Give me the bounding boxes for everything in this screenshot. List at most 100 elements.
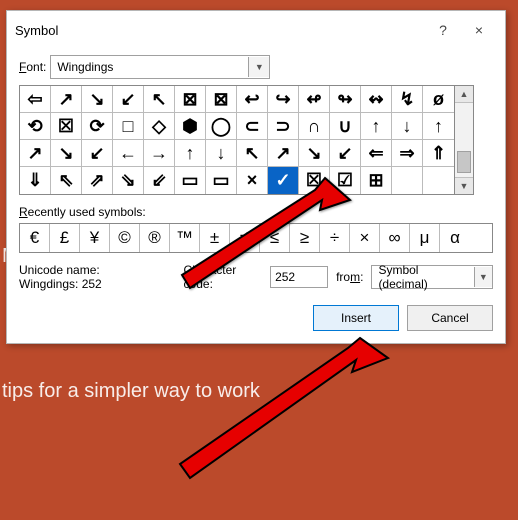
symbol-cell[interactable]: ◇ — [144, 113, 175, 140]
symbol-cell[interactable]: ↭ — [361, 86, 392, 113]
recent-symbols-grid: €£¥©®™±≠≤≥÷×∞μα — [19, 223, 493, 253]
symbol-cell[interactable]: ← — [113, 140, 144, 167]
char-code-label: Character code: — [184, 263, 267, 291]
symbol-cell[interactable]: ☑ — [330, 167, 361, 194]
symbol-cell[interactable]: ↗ — [51, 86, 82, 113]
scroll-down-icon[interactable]: ▼ — [455, 177, 473, 194]
symbol-cell[interactable]: ↘ — [82, 86, 113, 113]
recent-symbol-cell[interactable]: ™ — [170, 224, 200, 252]
symbol-cell[interactable]: ↓ — [206, 140, 237, 167]
unicode-name-label: Unicode name: — [19, 263, 176, 277]
cancel-button[interactable]: Cancel — [407, 305, 493, 331]
font-dropdown-icon[interactable]: ▼ — [248, 57, 269, 77]
recent-symbol-cell[interactable]: ≠ — [230, 224, 260, 252]
help-button[interactable]: ? — [425, 17, 461, 43]
font-select[interactable]: ▼ — [50, 55, 270, 79]
recent-symbol-cell[interactable]: ÷ — [320, 224, 350, 252]
from-select[interactable]: Symbol (decimal) ▼ — [371, 265, 493, 289]
symbol-cell[interactable]: ⇙ — [144, 167, 175, 194]
symbol-cell[interactable]: ⊞ — [361, 167, 392, 194]
symbol-cell[interactable]: ◯ — [206, 113, 237, 140]
symbol-cell[interactable]: ⇖ — [51, 167, 82, 194]
dialog-title: Symbol — [15, 23, 425, 38]
symbol-cell[interactable]: ⟳ — [82, 113, 113, 140]
symbol-cell[interactable]: ▭ — [175, 167, 206, 194]
recent-symbol-cell[interactable]: ® — [140, 224, 170, 252]
recent-symbol-cell[interactable]: ≤ — [260, 224, 290, 252]
from-dropdown-icon[interactable]: ▼ — [474, 267, 492, 287]
char-code-input[interactable] — [270, 266, 328, 288]
recent-symbol-cell[interactable]: α — [440, 224, 470, 252]
symbol-grid: ⇦↗↘↙↖⊠⊠↩↪↫↬↭↯ø⟲☒⟳□◇⬢◯⊂⊃∩∪↑↓↑↗↘↙←→↑↓↖↗↘↙⇐… — [19, 85, 455, 195]
recent-symbol-cell[interactable]: ± — [200, 224, 230, 252]
symbol-cell[interactable]: ✓ — [268, 167, 299, 194]
recent-symbol-cell[interactable]: μ — [410, 224, 440, 252]
font-input[interactable] — [51, 57, 248, 77]
symbol-cell[interactable]: ☒ — [51, 113, 82, 140]
symbol-cell[interactable]: ⊠ — [206, 86, 237, 113]
from-label: from: — [336, 270, 363, 284]
insert-button[interactable]: Insert — [313, 305, 399, 331]
symbol-cell[interactable]: ↩ — [237, 86, 268, 113]
scroll-track[interactable] — [455, 103, 473, 177]
symbol-cell[interactable]: ↑ — [361, 113, 392, 140]
symbol-cell[interactable]: ⊂ — [237, 113, 268, 140]
font-label: Font: — [19, 60, 46, 74]
symbol-cell[interactable]: ⇑ — [423, 140, 454, 167]
symbol-cell[interactable]: → — [144, 140, 175, 167]
symbol-cell[interactable]: ↓ — [392, 113, 423, 140]
titlebar: Symbol ? × — [7, 11, 505, 49]
recent-label: Recently used symbols: — [19, 205, 493, 219]
close-button[interactable]: × — [461, 17, 497, 43]
symbol-cell[interactable]: ⇐ — [361, 140, 392, 167]
symbol-cell[interactable]: ↑ — [175, 140, 206, 167]
symbol-cell[interactable]: ⇓ — [20, 167, 51, 194]
symbol-cell[interactable]: × — [237, 167, 268, 194]
symbol-cell[interactable]: ↙ — [82, 140, 113, 167]
symbol-cell[interactable]: □ — [113, 113, 144, 140]
symbol-cell[interactable]: ▭ — [206, 167, 237, 194]
symbol-cell[interactable]: ⇗ — [82, 167, 113, 194]
recent-symbol-cell[interactable]: £ — [50, 224, 80, 252]
recent-symbol-cell[interactable]: ∞ — [380, 224, 410, 252]
symbol-cell[interactable]: ∩ — [299, 113, 330, 140]
recent-symbol-cell[interactable]: © — [110, 224, 140, 252]
symbol-cell[interactable]: ∪ — [330, 113, 361, 140]
symbol-cell[interactable]: ↫ — [299, 86, 330, 113]
symbol-cell[interactable]: ø — [423, 86, 454, 113]
symbol-cell[interactable]: ↖ — [237, 140, 268, 167]
recent-symbol-cell[interactable]: € — [20, 224, 50, 252]
symbol-cell[interactable]: ↬ — [330, 86, 361, 113]
scroll-thumb[interactable] — [457, 151, 471, 173]
from-value: Symbol (decimal) — [372, 263, 473, 291]
recent-symbol-cell[interactable]: × — [350, 224, 380, 252]
scroll-up-icon[interactable]: ▲ — [455, 86, 473, 103]
recent-symbol-cell[interactable]: ≥ — [290, 224, 320, 252]
background-text-2: tips for a simpler way to work — [2, 380, 260, 403]
symbol-cell[interactable]: ↑ — [423, 113, 454, 140]
symbol-cell[interactable]: ↗ — [20, 140, 51, 167]
symbol-cell[interactable]: ↯ — [392, 86, 423, 113]
symbol-cell[interactable]: ↖ — [144, 86, 175, 113]
symbol-cell[interactable]: ⬢ — [175, 113, 206, 140]
recent-symbol-cell[interactable]: ¥ — [80, 224, 110, 252]
symbol-cell[interactable] — [392, 167, 423, 194]
symbol-dialog: Symbol ? × Font: ▼ ⇦↗↘↙↖⊠⊠↩↪↫↬↭↯ø⟲☒⟳□◇⬢◯… — [6, 10, 506, 344]
unicode-name-value: Wingdings: 252 — [19, 277, 176, 291]
symbol-cell[interactable]: ⊠ — [175, 86, 206, 113]
symbol-cell[interactable]: ⟲ — [20, 113, 51, 140]
symbol-cell[interactable]: ⇦ — [20, 86, 51, 113]
symbol-cell[interactable]: ↙ — [330, 140, 361, 167]
symbol-cell[interactable]: ⇒ — [392, 140, 423, 167]
symbol-cell[interactable] — [423, 167, 454, 194]
symbol-cell[interactable]: ☒ — [299, 167, 330, 194]
symbol-cell[interactable]: ↘ — [299, 140, 330, 167]
symbol-cell[interactable]: ↗ — [268, 140, 299, 167]
symbol-cell[interactable]: ↘ — [51, 140, 82, 167]
grid-scrollbar[interactable]: ▲ ▼ — [455, 85, 474, 195]
annotation-arrow-2 — [170, 330, 400, 490]
symbol-cell[interactable]: ↙ — [113, 86, 144, 113]
symbol-cell[interactable]: ⊃ — [268, 113, 299, 140]
symbol-cell[interactable]: ↪ — [268, 86, 299, 113]
symbol-cell[interactable]: ⇘ — [113, 167, 144, 194]
